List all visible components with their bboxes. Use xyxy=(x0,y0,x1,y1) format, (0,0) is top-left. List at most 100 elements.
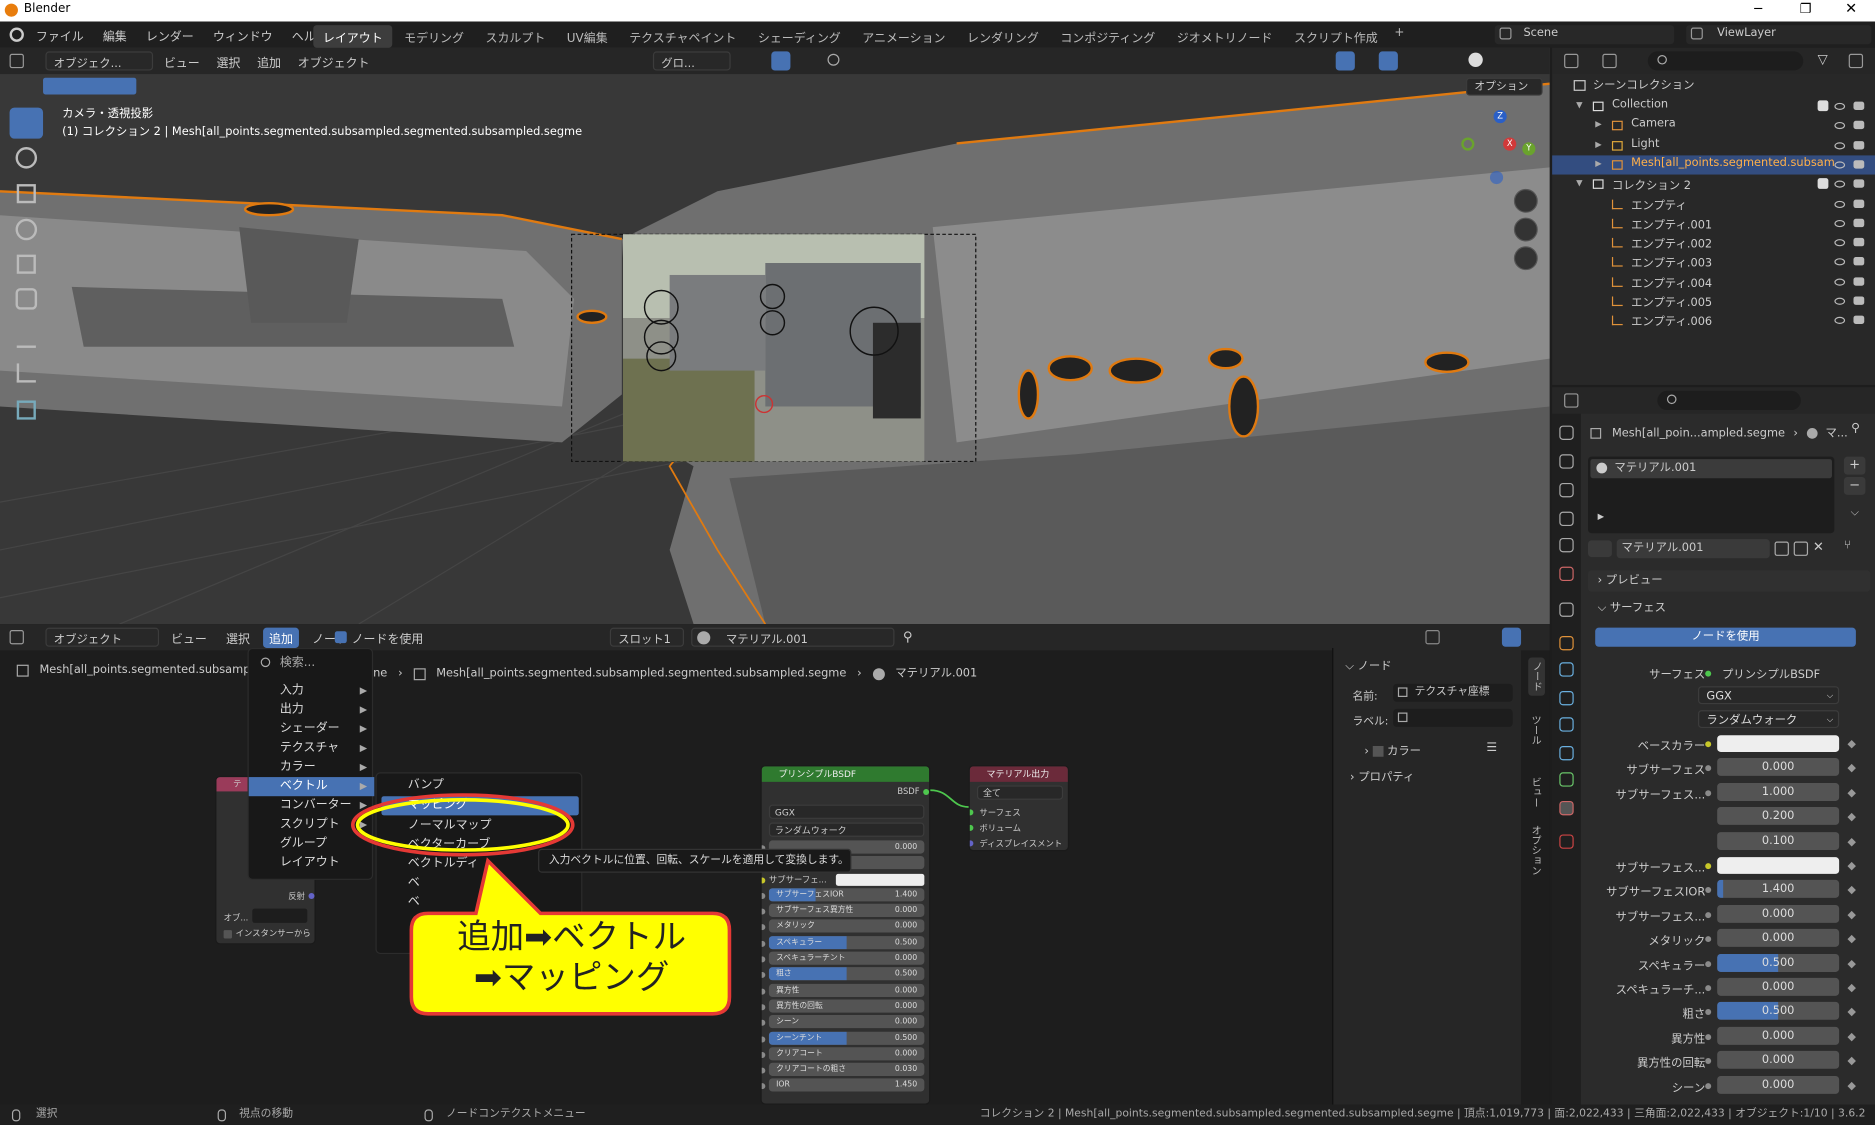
property-row[interactable]: サブサーフェス... 1.000 xyxy=(1552,782,1875,805)
property-row[interactable]: ベースカラー xyxy=(1552,734,1875,756)
node-tree-icon[interactable]: ⑂ xyxy=(1844,539,1851,552)
expand-arrow-icon[interactable]: ▼ xyxy=(1576,100,1582,110)
visibility-eye-icon[interactable] xyxy=(1834,258,1846,266)
properties-tab-icon[interactable] xyxy=(1559,511,1574,527)
properties-tab-icon[interactable] xyxy=(1559,482,1574,498)
bsdf-input-row[interactable]: クリアコートの粗さ 0.030 xyxy=(761,1062,929,1079)
viewport-menu-item[interactable]: 追加 xyxy=(257,53,281,70)
scale-tool-icon[interactable] xyxy=(16,254,36,274)
viewlayer-selector[interactable]: ViewLayer xyxy=(1686,25,1872,45)
list-icon[interactable]: ☰ xyxy=(1486,741,1497,754)
input-socket[interactable] xyxy=(761,1083,766,1090)
visibility-eye-icon[interactable] xyxy=(1834,317,1846,325)
move-tool-icon[interactable] xyxy=(16,184,36,204)
render-camera-icon[interactable] xyxy=(1853,101,1865,110)
camera-view-icon[interactable] xyxy=(1513,246,1538,271)
render-camera-icon[interactable] xyxy=(1853,179,1865,188)
render-camera-icon[interactable] xyxy=(1853,199,1865,208)
shading-solid-icon[interactable] xyxy=(1468,52,1483,67)
property-color-swatch[interactable] xyxy=(1717,735,1840,752)
viewport-3d[interactable]: オブジェク... ビュー 選択 追加 オブジェクト グロ... オプション カメラ・透… xyxy=(0,47,1550,625)
input-socket[interactable] xyxy=(761,1035,766,1042)
filter-icon[interactable]: ▽ xyxy=(1818,51,1828,67)
add-menu-item[interactable]: 出力 ▶ xyxy=(249,701,375,720)
add-menu-item[interactable]: スクリプト ▶ xyxy=(249,815,375,834)
bsdf-input-field[interactable]: サブサーフェス異方性 0.000 xyxy=(768,904,925,918)
select-tool-icon[interactable] xyxy=(9,107,44,139)
measure-tool-icon[interactable] xyxy=(16,363,36,383)
visibility-eye-icon[interactable] xyxy=(1834,102,1846,110)
property-row[interactable]: サブサーフェスIOR 1.400 xyxy=(1552,880,1875,902)
render-camera-icon[interactable] xyxy=(1853,315,1865,325)
property-row[interactable]: サーフェス プリンシプルBSDF xyxy=(1552,662,1875,684)
proportional-icon[interactable] xyxy=(827,53,840,66)
visibility-eye-icon[interactable] xyxy=(1834,297,1846,305)
outliner-row[interactable]: ▼ コレクション 2 xyxy=(1552,175,1875,194)
sidebar-tab[interactable]: オプション xyxy=(1528,825,1542,876)
keyframe-dot-icon[interactable] xyxy=(1847,739,1856,749)
outliner-row[interactable]: ▶ Light xyxy=(1552,136,1875,155)
properties-pin-icon[interactable]: ⚲ xyxy=(1851,422,1860,435)
bsdf-input-row[interactable]: スペキュラー 0.500 xyxy=(761,935,929,952)
workspace-tab[interactable]: テクスチャペイント xyxy=(620,25,746,48)
workspace-tab[interactable]: アニメーション xyxy=(853,25,955,48)
viewport-menu-item[interactable]: オブジェクト xyxy=(298,53,370,70)
input-socket[interactable] xyxy=(761,1020,766,1027)
bsdf-input-field[interactable]: スペキュラーチント 0.000 xyxy=(768,951,925,965)
from-instancer-checkbox[interactable] xyxy=(223,930,232,939)
input-socket[interactable] xyxy=(761,1051,766,1058)
bsdf-input-field[interactable]: シーンチント 0.500 xyxy=(768,1031,925,1045)
bsdf-input-row[interactable]: メタリック 0.000 xyxy=(761,919,929,936)
render-camera-icon[interactable] xyxy=(1853,276,1865,286)
input-socket[interactable] xyxy=(761,877,766,883)
node-menu-item[interactable]: ビュー xyxy=(165,628,213,648)
bsdf-sss-dropdown[interactable]: ランダムウォーク xyxy=(768,822,925,837)
menu-item[interactable]: ウィンドウ xyxy=(213,26,273,44)
slot-dropdown[interactable]: スロット1 xyxy=(609,627,684,647)
properties-search[interactable] xyxy=(1657,390,1801,411)
viewport-menu-item[interactable]: 選択 xyxy=(216,53,240,70)
slot-expand-icon[interactable]: ▶ xyxy=(1598,512,1604,522)
property-dropdown[interactable]: ランダムウォーク ⌵ xyxy=(1698,710,1840,729)
bsdf-input-field[interactable]: クリアコート 0.000 xyxy=(768,1047,925,1061)
property-value-field[interactable]: 1.000 xyxy=(1717,782,1840,801)
principled-bsdf-node[interactable]: プリンシプルBSDF BSDF GGX ランダムウォーク 0.000 サブサーフェ… xyxy=(760,765,931,1105)
workspace-tab[interactable]: ジオメトリノード xyxy=(1167,25,1282,48)
bsdf-input-row[interactable]: シーンチント 0.500 xyxy=(761,1031,929,1047)
property-value-field[interactable]: 0.000 xyxy=(1717,977,1840,996)
property-row[interactable]: 異方性 0.000 xyxy=(1552,1026,1875,1049)
expand-arrow-icon[interactable]: ▶ xyxy=(1595,120,1601,130)
keyframe-dot-icon[interactable] xyxy=(1847,1057,1856,1066)
use-nodes-checkbox[interactable] xyxy=(334,631,347,644)
property-row[interactable]: サブサーフェス... xyxy=(1552,856,1875,878)
bsdf-input-row[interactable]: サブサーフェス異方性 0.000 xyxy=(761,904,929,920)
expand-arrow-icon[interactable]: ▶ xyxy=(1595,139,1601,149)
property-row[interactable]: シーン 0.000 xyxy=(1552,1075,1875,1097)
input-socket[interactable] xyxy=(761,1004,766,1011)
workspace-tab[interactable]: コンポジティング xyxy=(1051,25,1165,48)
outliner-row[interactable]: ▼ Collection xyxy=(1552,97,1875,116)
bsdf-color-swatch[interactable] xyxy=(835,873,925,886)
cursor-tool-icon[interactable] xyxy=(15,147,38,169)
vector-menu-item[interactable]: ベ xyxy=(377,874,584,893)
menu-item[interactable]: ファイル xyxy=(36,26,84,44)
bsdf-input-row[interactable]: 異方性 0.000 xyxy=(761,983,929,1000)
add-menu-item[interactable]: シェーダー ▶ xyxy=(249,720,375,739)
visibility-eye-icon[interactable] xyxy=(1834,200,1846,208)
keyframe-dot-icon[interactable] xyxy=(1847,983,1856,993)
vector-menu-item[interactable]: ベ xyxy=(377,893,584,912)
property-dropdown[interactable]: GGX ⌵ xyxy=(1698,686,1840,705)
add-menu-item[interactable]: ベクトル ▶ xyxy=(248,777,375,797)
bsdf-input-field[interactable]: シーン 0.000 xyxy=(768,1015,925,1029)
properties-tab-icon[interactable] xyxy=(1559,636,1574,651)
vector-menu-item[interactable]: バンプ xyxy=(377,776,584,795)
output-input-socket[interactable] xyxy=(969,809,974,816)
overlay-node-icon[interactable] xyxy=(1501,627,1522,647)
property-row[interactable]: メタリック 0.000 xyxy=(1552,929,1875,951)
property-value-field[interactable]: 0.000 xyxy=(1717,758,1840,777)
expand-arrow-icon[interactable]: ▶ xyxy=(1595,159,1601,169)
property-value-field[interactable]: 0.000 xyxy=(1717,904,1840,923)
navigation-gizmo[interactable]: Z X Y xyxy=(1456,108,1540,192)
render-camera-icon[interactable] xyxy=(1853,160,1865,169)
browse-material-icon[interactable] xyxy=(1588,540,1612,558)
